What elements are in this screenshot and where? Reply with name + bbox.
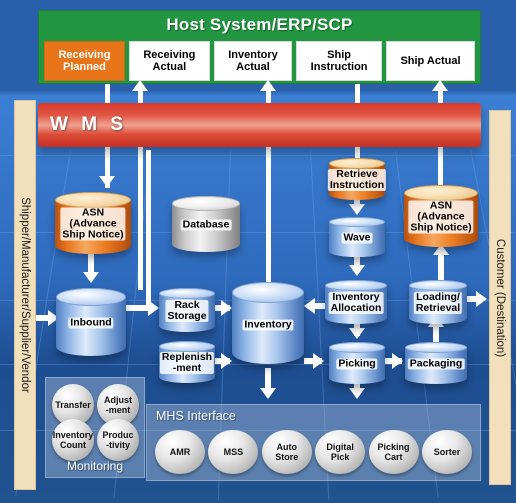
cylinder-top (172, 196, 240, 211)
node-label: Inventory (242, 318, 294, 331)
host-system-title: Host System/ERP/SCP (166, 15, 353, 34)
host-system-panel: Host System/ERP/SCP Receiving Planned Rec… (38, 10, 481, 84)
sidebar-customer-label: Customer (Destination) (494, 238, 506, 357)
node-asn-inbound[interactable]: ASN (Advance Ship Notice) (55, 192, 131, 254)
arrowhead-replenishment-to-inventory (221, 353, 232, 369)
node-packaging[interactable]: Packaging (405, 342, 467, 384)
diagram-canvas: Host System/ERP/SCP Receiving Planned Rec… (0, 0, 516, 503)
chip-ship-actual[interactable]: Ship Actual (385, 41, 476, 81)
mhs-item-auto-store[interactable]: Auto Store (261, 430, 312, 474)
arrowhead-inventory-to-picking (313, 353, 324, 369)
node-label: Rack Storage (165, 298, 209, 322)
arrowhead-asn-to-inbound (83, 272, 99, 283)
host-chip-row: Receiving Planned Receiving Actual Invento… (44, 41, 476, 81)
monitoring-item-productivity[interactable]: Produc -tivity (97, 419, 139, 461)
mhs-item-digital-pick[interactable]: Digital Pick (315, 430, 366, 474)
node-label: Loading/Retrieval (413, 290, 463, 314)
node-inventory[interactable]: Inventory (232, 282, 304, 364)
node-label: Packaging (407, 357, 465, 370)
arrowhead-rack-to-inventory (221, 300, 232, 316)
node-label: Inbound (68, 316, 114, 329)
mhs-item-amr[interactable]: AMR (155, 430, 205, 474)
arrowhead-wave-to-allocation (349, 265, 365, 276)
node-label: Wave (341, 231, 373, 244)
node-retrieve-instruction[interactable]: Retrieve Instruction (327, 158, 387, 200)
mhs-item-picking-cart[interactable]: Picking Cart (368, 430, 419, 474)
cylinder-top (405, 342, 467, 353)
node-picking[interactable]: Picking (329, 342, 385, 384)
chip-receiving-planned[interactable]: Receiving Planned (44, 41, 125, 81)
chip-receiving-actual[interactable]: Receiving Actual (128, 41, 210, 81)
node-label: Picking (336, 357, 378, 370)
node-label: ASN (Advance Ship Notice) (408, 199, 474, 234)
node-wave[interactable]: Wave (329, 217, 385, 257)
mhs-interface-panel: MHS Interface AMR MSS Auto Store Digital P… (146, 404, 481, 481)
arrowhead-receiving-actual (132, 80, 148, 91)
chip-inventory-actual[interactable]: Inventory Actual (213, 41, 293, 81)
monitoring-item-inventory-count[interactable]: Inventory Count (52, 419, 94, 461)
chip-ship-instruction[interactable]: Ship Instruction (296, 41, 382, 81)
node-label: Database (180, 218, 232, 231)
wms-bar: W M S (38, 103, 481, 147)
node-asn-outbound[interactable]: ASN (Advance Ship Notice) (404, 185, 478, 247)
arrowhead-inventory-actual (260, 80, 276, 91)
arrowhead-retrieve-to-wave (349, 204, 365, 215)
mhs-item-mss[interactable]: MSS (208, 430, 259, 474)
cylinder-top (404, 185, 478, 202)
node-inventory-allocation[interactable]: Inventory Allocation (325, 280, 387, 324)
node-replenishment[interactable]: Replenish -ment (159, 341, 215, 383)
arrowhead-picking-to-mhs (349, 388, 365, 399)
connector-database-trunk (146, 150, 151, 310)
mhs-item-row: AMR MSS Auto Store Digital Pick Picking Car… (155, 429, 472, 475)
node-label: Retrieve Instruction (327, 167, 387, 191)
mhs-interface-title: MHS Interface (156, 409, 236, 423)
cylinder-top (56, 288, 126, 306)
node-loading-retrieval[interactable]: Loading/Retrieval (409, 280, 467, 324)
arrowhead-loading-to-customer (476, 291, 487, 307)
monitoring-title: Monitoring (66, 459, 124, 473)
arrowhead-allocation-to-picking (349, 328, 365, 339)
arrowhead-inventory-to-mhs (260, 388, 276, 399)
arrowhead-picking-to-packaging (392, 353, 403, 369)
sidebar-customer: Customer (Destination) (489, 110, 511, 485)
node-label: ASN (Advance Ship Notice) (60, 206, 126, 241)
arrowhead-allocation-to-inventory (304, 298, 315, 314)
mhs-item-sorter[interactable]: Sorter (421, 430, 472, 474)
node-rack-storage[interactable]: Rack Storage (159, 288, 215, 332)
cylinder-top (329, 342, 385, 353)
arrowhead-receiving-planned (99, 176, 115, 187)
node-inbound[interactable]: Inbound (56, 288, 126, 356)
node-label: Replenish -ment (159, 350, 215, 374)
wms-label: W M S (50, 114, 127, 135)
monitoring-panel: Transfer Adjust -ment Inventory Count Prod… (45, 377, 145, 478)
sidebar-shipper-label: Shipper/Manufacturer/Supplier/Vendor (19, 197, 31, 393)
sidebar-shipper: Shipper/Manufacturer/Supplier/Vendor (14, 100, 36, 490)
arrowhead-inbound-to-rack (148, 300, 159, 316)
cylinder-top (55, 192, 131, 209)
node-label: Inventory Allocation (328, 290, 384, 314)
arrowhead-ship-actual (432, 80, 448, 91)
node-database[interactable]: Database (172, 196, 240, 252)
